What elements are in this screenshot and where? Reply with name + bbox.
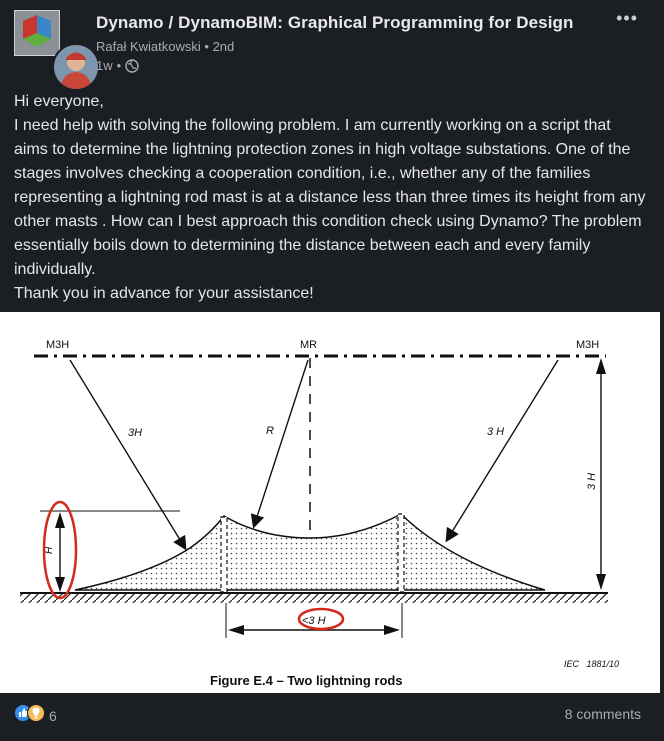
label-r: R	[266, 425, 274, 437]
globe-icon	[125, 58, 139, 73]
avatar[interactable]	[52, 43, 100, 91]
logo-group	[14, 10, 100, 91]
group-logo[interactable]	[14, 10, 60, 56]
post-line: I need help with solving the following p…	[14, 117, 646, 278]
comments-count-link[interactable]: 8 comments	[565, 706, 641, 722]
post-time: 1w	[96, 58, 113, 73]
separator-dot: •	[116, 58, 122, 73]
reaction-count: 6	[49, 707, 57, 724]
label-m3h-right: M3H	[576, 339, 599, 351]
connection-degree: 2nd	[212, 39, 235, 54]
label-m3h-left: M3H	[46, 339, 69, 351]
reactions-button[interactable]: 6	[14, 704, 57, 727]
label-3h-right: 3 H	[487, 426, 504, 438]
time-line: 1w •	[96, 58, 574, 73]
post-header: Dynamo / DynamoBIM: Graphical Programmin…	[96, 13, 574, 73]
separator-dot: •	[204, 39, 213, 54]
figure-code: IEC 1881/10	[564, 659, 619, 669]
group-name-link[interactable]: Dynamo / DynamoBIM: Graphical Programmin…	[96, 13, 574, 33]
label-h: H	[44, 546, 55, 554]
figure-caption: Figure E.4 – Two lightning rods	[210, 673, 403, 688]
post-image[interactable]: M3H MR M3H 3H R 3 H 3 H H <3 H IEC 1881/…	[0, 312, 660, 693]
post-footer: 6 8 comments	[0, 700, 664, 730]
label-mr: MR	[300, 339, 317, 351]
label-3h-left: 3H	[128, 427, 142, 439]
post-line: Hi everyone,	[14, 93, 104, 110]
more-icon[interactable]: •••	[616, 8, 638, 29]
author-line: Rafał Kwiatkowski • 2nd	[96, 39, 574, 54]
label-3h-vertical: 3 H	[586, 473, 598, 490]
author-name[interactable]: Rafał Kwiatkowski	[96, 39, 201, 54]
insightful-icon	[27, 704, 45, 727]
post-line: Thank you in advance for your assistance…	[14, 285, 314, 302]
post-body: Hi everyone, I need help with solving th…	[14, 90, 648, 306]
feed-post: Dynamo / DynamoBIM: Graphical Programmin…	[0, 0, 664, 741]
